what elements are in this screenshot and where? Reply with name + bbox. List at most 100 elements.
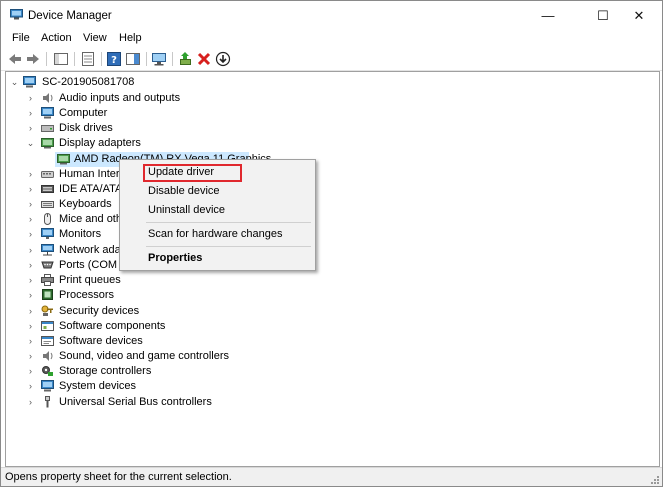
uninstall-x-icon[interactable] [196, 51, 212, 67]
forward-arrow-icon[interactable] [25, 51, 41, 67]
action-pane-icon[interactable] [125, 51, 141, 67]
security-key-icon [41, 305, 53, 316]
tree-item-label: Computer [59, 107, 108, 119]
chevron-right-icon[interactable]: › [26, 243, 35, 258]
svg-text:?: ? [111, 55, 117, 66]
chevron-right-icon[interactable]: › [26, 288, 35, 303]
menu-separator [146, 222, 311, 223]
minimize-icon: — [541, 8, 555, 23]
chevron-down-icon[interactable]: ⌄ [26, 136, 35, 151]
tree-item-usb[interactable]: › Universal Serial Bus controllers [26, 395, 326, 410]
menu-separator [146, 246, 311, 247]
chevron-right-icon[interactable]: › [26, 258, 35, 273]
tree-root[interactable]: ⌄ SC-201905081708 [10, 75, 210, 90]
chevron-right-icon[interactable]: › [26, 364, 35, 379]
tree-item-label: Monitors [59, 228, 102, 240]
menu-view[interactable]: View [83, 32, 107, 44]
hid-icon [41, 171, 54, 178]
chevron-right-icon[interactable]: › [26, 182, 35, 197]
tree-item-sound-video-game[interactable]: › Sound, video and game controllers [26, 349, 326, 364]
status-text: Opens property sheet for the current sel… [5, 471, 232, 483]
tree-item-label: Network adap [59, 244, 127, 256]
resize-grip-icon[interactable] [650, 475, 660, 485]
uninstall-device-menu-item[interactable]: Uninstall device [148, 204, 225, 216]
update-driver-menu-item[interactable]: Update driver [148, 166, 214, 178]
chevron-down-icon[interactable]: ⌄ [10, 75, 19, 90]
chevron-right-icon[interactable]: › [26, 197, 35, 212]
show-hide-console-tree-icon[interactable] [53, 51, 69, 67]
disable-device-menu-item[interactable]: Disable device [148, 185, 220, 197]
chevron-right-icon[interactable]: › [26, 106, 35, 121]
chevron-right-icon[interactable]: › [26, 304, 35, 319]
chevron-right-icon[interactable]: › [26, 379, 35, 394]
tree-item-label: Ports (COM & [59, 259, 128, 271]
tree-item-label: Keyboards [59, 198, 112, 210]
chevron-right-icon[interactable]: › [26, 91, 35, 106]
computer-icon [41, 107, 54, 119]
computer-icon [23, 76, 36, 88]
chevron-right-icon[interactable]: › [26, 167, 35, 182]
tree-item-software-devices[interactable]: › Software devices [26, 334, 326, 349]
display-adapter-icon [41, 138, 54, 149]
tree-item-computer[interactable]: › Computer [26, 106, 326, 121]
tree-item-label: Mice and othe [59, 213, 129, 225]
toolbar-separator [172, 52, 173, 66]
software-device-icon [41, 336, 54, 346]
display-adapter-icon [57, 154, 70, 165]
monitor-icon [41, 228, 54, 239]
title-bar[interactable]: Device Manager — ☐ ✕ [1, 1, 662, 31]
menu-file[interactable]: File [12, 32, 30, 44]
tree-root-label: SC-201905081708 [42, 76, 135, 88]
properties-sheet-icon[interactable] [80, 51, 96, 67]
chevron-right-icon[interactable]: › [26, 121, 35, 136]
toolbar-separator [101, 52, 102, 66]
device-tree[interactable]: ⌄ SC-201905081708 › Audio inputs and out… [5, 71, 660, 467]
scan-hardware-menu-item[interactable]: Scan for hardware changes [148, 228, 283, 240]
tree-item-audio[interactable]: › Audio inputs and outputs [26, 91, 326, 106]
tree-item-label: Processors [59, 289, 115, 301]
chevron-right-icon[interactable]: › [26, 273, 35, 288]
tree-item-label: Human Interf [59, 168, 123, 180]
tree-item-label: Print queues [59, 274, 121, 286]
menu-help[interactable]: Help [119, 32, 142, 44]
system-device-icon [41, 380, 54, 392]
tree-item-print-queues[interactable]: › Print queues [26, 273, 326, 288]
tree-item-software-components[interactable]: › Software components [26, 319, 326, 334]
back-arrow-icon[interactable] [7, 51, 23, 67]
update-driver-icon[interactable] [178, 51, 194, 67]
chevron-right-icon[interactable]: › [26, 334, 35, 349]
status-bar: Opens property sheet for the current sel… [1, 467, 662, 486]
tree-item-label: Sound, video and game controllers [59, 350, 229, 362]
mouse-icon [44, 213, 51, 225]
toolbar: ? [1, 48, 662, 71]
network-adapter-icon [41, 244, 54, 256]
scan-hardware-monitor-icon[interactable] [151, 51, 167, 67]
tree-item-system-devices[interactable]: › System devices [26, 379, 326, 394]
chevron-right-icon[interactable]: › [26, 227, 35, 242]
chevron-right-icon[interactable]: › [26, 319, 35, 334]
printer-icon [41, 274, 54, 286]
tree-item-processors[interactable]: › Processors [26, 288, 326, 303]
tree-item-label: Audio inputs and outputs [59, 92, 181, 104]
menu-action[interactable]: Action [41, 32, 72, 44]
properties-menu-item[interactable]: Properties [148, 252, 202, 264]
tree-item-disk-drives[interactable]: › Disk drives [26, 121, 326, 136]
chevron-right-icon[interactable]: › [26, 349, 35, 364]
tree-item-label: Storage controllers [59, 365, 152, 377]
help-icon[interactable]: ? [106, 51, 122, 67]
download-circle-icon[interactable] [215, 51, 231, 67]
tree-item-label: Software devices [59, 335, 143, 347]
chevron-right-icon[interactable]: › [26, 395, 35, 410]
toolbar-separator [46, 52, 47, 66]
keyboard-icon [41, 201, 54, 208]
tree-item-label: Display adapters [59, 137, 141, 149]
window-title: Device Manager [28, 10, 112, 22]
tree-item-label: Security devices [59, 305, 140, 317]
tree-item-storage-controllers[interactable]: › Storage controllers [26, 364, 326, 379]
close-button[interactable]: ✕ [616, 1, 662, 31]
usb-icon [45, 396, 50, 408]
tree-item-security[interactable]: › Security devices [26, 304, 326, 319]
tree-item-display-adapters[interactable]: ⌄ Display adapters [26, 136, 326, 151]
minimize-button[interactable]: — [525, 1, 571, 31]
chevron-right-icon[interactable]: › [26, 212, 35, 227]
